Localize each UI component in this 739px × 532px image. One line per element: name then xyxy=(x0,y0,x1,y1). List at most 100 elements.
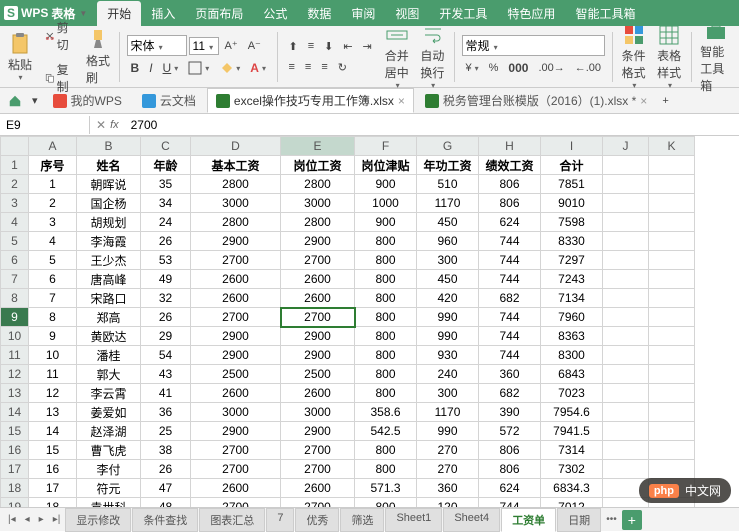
cell[interactable]: 符元 xyxy=(77,479,141,498)
header-cell[interactable]: 年龄 xyxy=(141,156,191,175)
header-cell[interactable]: 年功工资 xyxy=(417,156,479,175)
cell[interactable]: 8330 xyxy=(541,232,603,251)
sheet-tab-2[interactable]: 图表汇总 xyxy=(199,508,265,532)
cell[interactable] xyxy=(603,308,649,327)
sheet-nav-next[interactable]: ▸ xyxy=(35,512,48,527)
cell[interactable]: 国企杨 xyxy=(77,194,141,213)
sheet-nav-first[interactable]: |◂ xyxy=(4,512,20,527)
cell[interactable]: 7297 xyxy=(541,251,603,270)
sheet-more-button[interactable]: ••• xyxy=(602,512,621,527)
fx-cancel-icon[interactable]: ✕ xyxy=(96,118,106,132)
cell[interactable]: 8 xyxy=(29,308,77,327)
cell[interactable]: 6843 xyxy=(541,365,603,384)
cell[interactable]: 2900 xyxy=(191,346,281,365)
cell[interactable]: 2900 xyxy=(281,232,355,251)
cell[interactable]: 8363 xyxy=(541,327,603,346)
conditional-format-button[interactable]: 条件格式▾ xyxy=(618,21,651,92)
cell[interactable]: 7598 xyxy=(541,213,603,232)
cell[interactable]: 800 xyxy=(355,441,417,460)
col-header-B[interactable]: B xyxy=(77,137,141,156)
cell[interactable]: 2700 xyxy=(281,441,355,460)
cell[interactable]: 2600 xyxy=(191,384,281,403)
smart-toolbox-button[interactable]: 智能工具箱 xyxy=(696,17,735,96)
cell[interactable]: 682 xyxy=(479,384,541,403)
increase-decimal-button[interactable]: .00→ xyxy=(534,59,568,77)
cell[interactable]: 2 xyxy=(29,194,77,213)
cell[interactable]: 14 xyxy=(29,422,77,441)
cell[interactable] xyxy=(649,365,695,384)
col-header-I[interactable]: I xyxy=(541,137,603,156)
increase-font-button[interactable]: A⁺ xyxy=(221,36,242,55)
cell[interactable]: 47 xyxy=(141,479,191,498)
cell[interactable]: 990 xyxy=(417,308,479,327)
header-cell[interactable] xyxy=(649,156,695,175)
app-dropdown-icon[interactable]: ▼ xyxy=(79,9,87,18)
cell[interactable]: 3000 xyxy=(191,403,281,422)
col-header-J[interactable]: J xyxy=(603,137,649,156)
cell[interactable]: 唐高峰 xyxy=(77,270,141,289)
cell[interactable] xyxy=(603,251,649,270)
cell[interactable]: 26 xyxy=(141,232,191,251)
cell[interactable] xyxy=(603,460,649,479)
cell[interactable]: 12 xyxy=(29,384,77,403)
cell[interactable]: 900 xyxy=(355,175,417,194)
cell[interactable]: 360 xyxy=(479,365,541,384)
col-header-G[interactable]: G xyxy=(417,137,479,156)
cell[interactable]: 7960 xyxy=(541,308,603,327)
cell[interactable]: 2500 xyxy=(191,365,281,384)
cell[interactable]: 9 xyxy=(29,327,77,346)
cell[interactable] xyxy=(649,327,695,346)
currency-button[interactable]: ¥▾ xyxy=(462,59,483,77)
align-middle-button[interactable]: ≡ xyxy=(304,37,318,55)
header-cell[interactable] xyxy=(603,156,649,175)
cell[interactable]: 53 xyxy=(141,251,191,270)
cell[interactable] xyxy=(603,175,649,194)
row-header-11[interactable]: 11 xyxy=(1,346,29,365)
new-doc-button[interactable]: + xyxy=(658,92,672,110)
cell[interactable]: 25 xyxy=(141,422,191,441)
sheet-nav-prev[interactable]: ◂ xyxy=(21,512,34,527)
cell[interactable]: 300 xyxy=(417,251,479,270)
cell[interactable]: 18 xyxy=(29,498,77,508)
cell[interactable] xyxy=(603,346,649,365)
cell[interactable]: 1000 xyxy=(355,194,417,213)
cell[interactable]: 李海霞 xyxy=(77,232,141,251)
cell[interactable]: 15 xyxy=(29,441,77,460)
header-cell[interactable]: 基本工资 xyxy=(191,156,281,175)
menu-tab-5[interactable]: 审阅 xyxy=(341,1,385,26)
row-header-1[interactable]: 1 xyxy=(1,156,29,175)
row-header-6[interactable]: 6 xyxy=(1,251,29,270)
number-format-select[interactable]: 常规 ▾ xyxy=(462,35,606,56)
row-header-8[interactable]: 8 xyxy=(1,289,29,308)
sheet-tab-3[interactable]: 7 xyxy=(266,508,294,532)
cell[interactable] xyxy=(649,175,695,194)
cell[interactable]: 4 xyxy=(29,232,77,251)
col-header-K[interactable]: K xyxy=(649,137,695,156)
cell[interactable] xyxy=(603,232,649,251)
table-style-button[interactable]: 表格样式▾ xyxy=(653,21,686,92)
cell[interactable]: 2700 xyxy=(191,498,281,508)
cell[interactable] xyxy=(603,441,649,460)
merge-center-button[interactable]: 合并居中▾ xyxy=(381,21,414,92)
decrease-font-button[interactable]: A⁻ xyxy=(244,36,265,55)
row-header-15[interactable]: 15 xyxy=(1,422,29,441)
menu-tab-0[interactable]: 开始 xyxy=(97,1,141,26)
cell[interactable]: 270 xyxy=(417,441,479,460)
sheet-tab-4[interactable]: 优秀 xyxy=(295,508,339,532)
format-painter-button[interactable]: 格式刷 xyxy=(82,26,114,88)
doc-tab-2[interactable]: 云文档 xyxy=(133,88,205,113)
cell[interactable]: 510 xyxy=(417,175,479,194)
cell[interactable]: 120 xyxy=(417,498,479,508)
cell[interactable]: 43 xyxy=(141,365,191,384)
row-header-7[interactable]: 7 xyxy=(1,270,29,289)
cell[interactable] xyxy=(649,232,695,251)
header-cell[interactable]: 序号 xyxy=(29,156,77,175)
cell[interactable]: 240 xyxy=(417,365,479,384)
cell[interactable]: 270 xyxy=(417,460,479,479)
col-header-D[interactable]: D xyxy=(191,137,281,156)
cell[interactable]: 48 xyxy=(141,498,191,508)
cell[interactable]: 2600 xyxy=(191,270,281,289)
header-cell[interactable]: 合计 xyxy=(541,156,603,175)
cell[interactable]: 624 xyxy=(479,479,541,498)
align-left-button[interactable]: ≡ xyxy=(284,58,298,76)
